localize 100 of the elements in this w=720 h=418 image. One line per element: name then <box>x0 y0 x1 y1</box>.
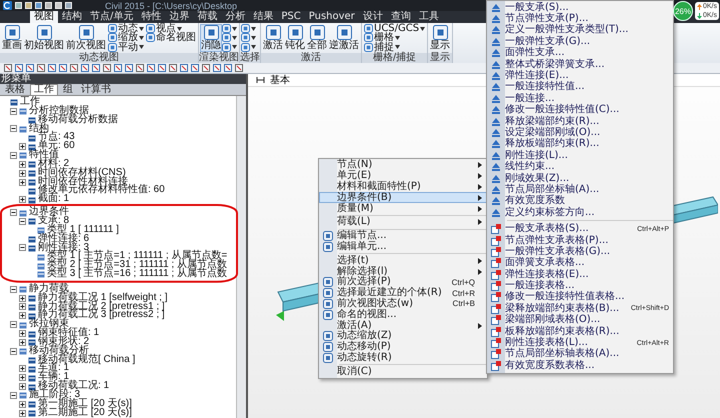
tree-item[interactable]: 时间依存材料(CNS) <box>38 168 126 178</box>
menu-item[interactable]: 编辑节点... <box>319 230 487 242</box>
collapse-icon[interactable] <box>10 152 17 159</box>
tree-item[interactable]: 类型 3 [ 主节点=16 ; 111111 ; 从属节点数 <box>47 270 227 279</box>
ribbon-tab[interactable]: 边界 <box>165 11 194 23</box>
ribbon-button[interactable]: 栅格 <box>363 33 426 43</box>
menu-item[interactable]: 动态移动(P) <box>319 342 487 353</box>
menu-item[interactable]: 节点局部坐标轴表格(A)... <box>487 348 673 360</box>
expand-icon[interactable] <box>19 374 26 382</box>
tree-item[interactable]: 特性值 <box>29 151 59 160</box>
tree-item[interactable]: 移动荷载规范[ China ] <box>38 356 136 364</box>
tree-item[interactable]: 结构 <box>29 124 49 134</box>
expand-icon[interactable] <box>19 400 26 408</box>
menu-item[interactable]: 一般连接... <box>487 93 673 105</box>
tree-item[interactable]: 移动荷载分析 <box>29 346 89 356</box>
ribbon-button[interactable]: 捕捉 <box>363 42 426 52</box>
ribbon-button[interactable]: 钝化 <box>284 24 306 52</box>
ribbon-tab[interactable]: 节点/单元 <box>86 11 138 23</box>
tree-item[interactable]: 移动荷载工况: 1 <box>38 382 110 391</box>
menu-item[interactable]: 弹性连接(E)... <box>487 70 673 82</box>
ribbon-button[interactable]: 动态 <box>107 24 145 34</box>
menu-item[interactable]: 节点(N) <box>319 160 487 171</box>
collapse-icon[interactable] <box>10 125 17 132</box>
menu-item[interactable]: 刚域效果(Z)... <box>487 172 673 184</box>
menu-item[interactable]: 有效宽度系数 <box>487 196 673 208</box>
menu-item[interactable]: 一般支承(S)... <box>487 2 673 14</box>
menu-item[interactable]: 节点弹性支承表格(P)... <box>487 234 673 246</box>
tree-item[interactable]: 分析控制数据 <box>29 106 89 116</box>
ribbon-button[interactable]: 显示 <box>429 24 452 52</box>
menu-item[interactable]: 节点局部坐标轴(A)... <box>487 184 673 196</box>
menu-item[interactable]: 一般弹性支承表格(G)... <box>487 246 673 258</box>
menu-item[interactable]: 材料和截面特性(P) <box>319 182 487 192</box>
ribbon-button[interactable]: 逆激活 <box>328 24 360 52</box>
collapse-icon[interactable] <box>10 392 17 399</box>
ribbon-tab[interactable]: 视图 <box>30 11 58 23</box>
menu-item[interactable]: 面弹性支承... <box>487 48 673 59</box>
panel-tab[interactable]: 组 <box>60 84 76 95</box>
collapse-icon[interactable] <box>10 348 17 355</box>
collapse-icon[interactable] <box>19 244 26 252</box>
menu-item[interactable]: 一般连接表格... <box>487 280 673 292</box>
menu-item[interactable]: 解除选择(l) <box>319 266 487 277</box>
ribbon-tab[interactable]: 结构 <box>58 11 86 23</box>
ribbon-button[interactable]: 初始视图 <box>23 24 65 52</box>
menu-item[interactable]: 释放梁端部约束(R)... <box>487 116 673 128</box>
tree-item[interactable]: 弹性连接: 6 <box>38 234 90 244</box>
menu-item[interactable]: 弹性连接表格(E)... <box>487 268 673 280</box>
ribbon-button[interactable] <box>222 24 237 34</box>
expand-icon[interactable] <box>19 330 26 338</box>
menu-item[interactable]: 有效宽度系数表格... <box>487 360 673 372</box>
ribbon-button[interactable]: 全部 <box>306 24 328 52</box>
tree-item[interactable]: 截面: 1 <box>38 195 70 204</box>
menu-item[interactable]: 整体式桥梁弹簧支承... <box>487 58 673 70</box>
ribbon-button[interactable]: 命名视图 <box>145 33 197 43</box>
collapse-icon[interactable] <box>10 209 17 216</box>
panel-tab[interactable]: 计算书 <box>78 84 114 95</box>
menu-item[interactable]: 前次选择(P) Ctrl+Q <box>319 276 487 288</box>
menu-item[interactable]: 动态旋转(R) <box>319 352 487 364</box>
expand-icon[interactable] <box>19 143 26 150</box>
menu-item[interactable]: 取消(C) <box>319 366 487 378</box>
expand-icon[interactable] <box>19 383 26 390</box>
ribbon-button[interactable]: 消隐 <box>200 24 222 52</box>
menu-item[interactable]: 一般连接特性值... <box>487 82 673 94</box>
view-tab[interactable]: 基本 <box>268 74 292 86</box>
ribbon-tab[interactable]: 工具 <box>414 11 443 23</box>
ribbon-button[interactable] <box>222 33 237 43</box>
menu-item[interactable]: 一般弹性支承(G)... <box>487 36 673 48</box>
ribbon-button[interactable] <box>241 42 256 52</box>
tree-item[interactable]: 静力荷载 <box>29 284 69 294</box>
ribbon-tab[interactable]: 荷载 <box>193 11 222 23</box>
expand-icon[interactable] <box>19 338 26 346</box>
ribbon-button[interactable] <box>241 24 256 34</box>
ribbon-button[interactable]: 激活 <box>262 24 284 52</box>
expand-icon[interactable] <box>19 160 26 168</box>
expand-icon[interactable] <box>19 170 26 177</box>
ribbon-button[interactable]: 重画 <box>1 24 23 52</box>
expand-icon[interactable] <box>19 196 26 204</box>
menu-item[interactable]: 编辑单元... <box>319 242 487 252</box>
ribbon-tab[interactable]: 查询 <box>386 11 415 23</box>
panel-tab[interactable]: 工作 <box>30 84 58 95</box>
menu-item[interactable]: 定义约束标签方向... <box>487 207 673 218</box>
menu-item[interactable]: 质量(M) <box>319 203 487 214</box>
menu-item[interactable]: 面弹簧支承表格... <box>487 258 673 269</box>
collapse-icon[interactable] <box>10 321 17 328</box>
panel-tab[interactable]: 表格 <box>2 84 28 95</box>
menu-item[interactable]: 激活(A) <box>319 320 487 331</box>
tree-item[interactable]: 第二期施工 [20 天(s)] <box>38 408 132 418</box>
tree-item[interactable]: 工作 <box>20 98 40 107</box>
tree-item[interactable]: 钢束特征值: 1 <box>38 329 100 338</box>
expand-icon[interactable] <box>19 365 26 372</box>
ribbon-button[interactable]: UCS/GCS <box>363 24 426 34</box>
expand-icon[interactable] <box>19 303 26 310</box>
menu-item[interactable]: 刚性连接(L)... <box>487 150 673 162</box>
expand-icon[interactable] <box>19 410 26 417</box>
ribbon-tab[interactable]: 结果 <box>249 11 278 23</box>
menu-item[interactable]: 修改一般连接特性值表格... <box>487 292 673 304</box>
menu-item[interactable]: 修改一般连接特性值(C)... <box>487 104 673 116</box>
menu-item[interactable]: 边界条件(B) <box>319 192 487 204</box>
menu-item[interactable]: 释放板端部约束(R)... <box>487 138 673 150</box>
menu-item[interactable]: 板释放端部约束表格(R)... <box>487 326 673 338</box>
menu-item[interactable]: 节点弹性支承(P)... <box>487 13 673 25</box>
